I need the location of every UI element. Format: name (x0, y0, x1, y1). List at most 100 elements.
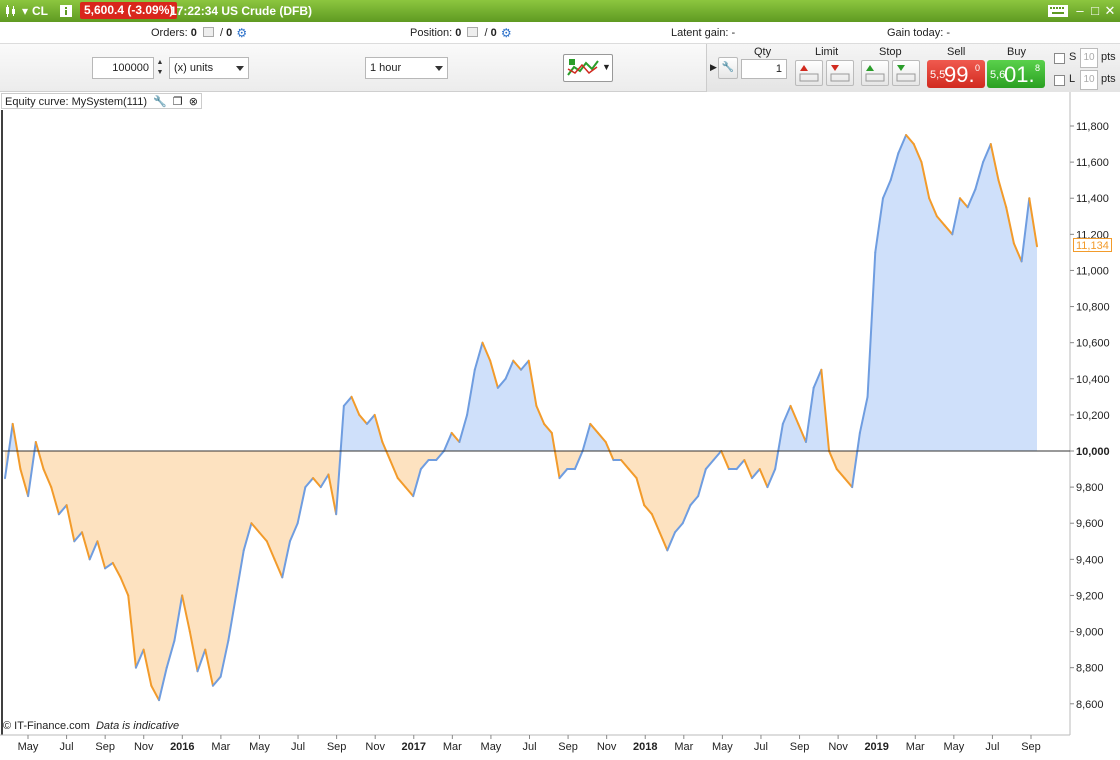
window-title: 17:22:34 US Crude (DFB) (170, 4, 313, 18)
limit-points-input[interactable]: 10 (1080, 70, 1098, 90)
units-select[interactable]: (x) units (169, 57, 249, 79)
application-window: ▾ CL 5,600.4 (-3.09%) 17:22:34 US Crude … (0, 0, 1120, 760)
close-position-icon[interactable] (467, 27, 479, 38)
trading-toolbar: 100000 ▲▼ (x) units 1 hour ▼ ▶ 🔧 Qty 1 (0, 44, 1120, 92)
x-tick-label: Sep (558, 741, 578, 753)
limit-pts-label: pts (1101, 73, 1116, 85)
symbol-label: CL (32, 4, 48, 18)
wrench-icon[interactable]: 🔧 (153, 94, 167, 110)
maximize-icon[interactable]: □ (1087, 3, 1103, 19)
quantity-stepper[interactable]: 100000 ▲ ▼ (92, 57, 163, 79)
x-tick-label: Mar (906, 741, 925, 753)
title-bar: ▾ CL 5,600.4 (-3.09%) 17:22:34 US Crude … (0, 0, 1120, 22)
chart-legend-label: Equity curve: MySystem(111) 🔧 ❐ ⊗ (1, 93, 203, 110)
orders-pending-count: 0 (226, 27, 233, 39)
keyboard-icon[interactable] (1048, 5, 1068, 17)
minimize-icon[interactable]: – (1072, 3, 1088, 19)
x-tick-label: Sep (1021, 741, 1041, 753)
chevron-down-icon (236, 66, 244, 71)
x-tick-label: Nov (134, 741, 154, 753)
x-tick-label: May (18, 741, 39, 753)
position-separator: / (484, 27, 488, 39)
x-tick-label: 2019 (864, 741, 888, 753)
x-tick-label: Nov (828, 741, 848, 753)
stop-loss-label: S (1069, 51, 1077, 63)
limit-sell-icon (830, 65, 850, 82)
sell-price-main: 99. (944, 62, 975, 87)
stop-buy-icon (865, 65, 885, 82)
x-tick-label: 2016 (170, 741, 194, 753)
cancel-orders-icon[interactable] (202, 27, 214, 38)
stop-loss-pts-label: pts (1101, 51, 1116, 63)
y-tick-label: 11,400 (1076, 193, 1109, 205)
buy-button[interactable]: 5,6 01. 8 (987, 60, 1045, 88)
chevron-down-icon[interactable]: ▾ (22, 0, 28, 22)
chevron-down-icon[interactable]: ▼ (602, 62, 611, 72)
x-tick-label: Jul (291, 741, 305, 753)
position-label: Position: (410, 27, 453, 39)
x-tick-label: Jul (985, 741, 999, 753)
stop-loss-checkbox[interactable] (1054, 53, 1065, 64)
y-tick-label: 10,000 (1076, 446, 1110, 458)
y-tick-label: 8,800 (1076, 663, 1104, 675)
position-count: 0 (455, 27, 462, 39)
orders-count: 0 (190, 27, 197, 39)
x-tick-label: May (712, 741, 733, 753)
window-restore-icon[interactable]: ❐ (173, 94, 183, 110)
buy-price-fraction: 8 (1035, 63, 1041, 73)
close-circle-icon[interactable]: ⊗ (189, 94, 198, 110)
x-tick-label: Mar (674, 741, 693, 753)
y-tick-label: 11,800 (1076, 121, 1109, 133)
wrench-icon[interactable]: 🔧 (718, 57, 738, 79)
chevron-right-icon[interactable]: ▶ (710, 62, 717, 73)
sell-button[interactable]: 5,5 99. 0 (927, 60, 985, 88)
x-tick-label: Mar (211, 741, 230, 753)
buy-price-main: 01. (1004, 62, 1035, 87)
qty-value: 1 (775, 63, 782, 75)
candlestick-icon[interactable] (4, 4, 18, 18)
limit-order-label: L (1069, 73, 1076, 85)
timeframe-select[interactable]: 1 hour (365, 57, 448, 79)
orders-info: Orders: 0 / 0 ⚙ (151, 22, 247, 44)
indicator-button[interactable]: ▼ (563, 54, 613, 82)
copyright-note: © IT-Finance.com Data is indicative (3, 720, 179, 732)
units-select-value: (x) units (174, 62, 214, 74)
close-icon[interactable]: ✕ (1102, 3, 1118, 19)
limit-sell-button[interactable] (826, 60, 854, 86)
orders-label: Orders: (151, 27, 188, 39)
limit-buy-button[interactable] (795, 60, 823, 86)
limit-checkbox[interactable] (1054, 75, 1065, 86)
equity-chart[interactable]: 8,600 8,800 9,000 9,200 9,400 9,600 9,800 10,00… (0, 92, 1120, 760)
x-tick-label: Jul (60, 741, 74, 753)
limit-buy-icon (799, 65, 819, 82)
stop-loss-points-input[interactable]: 10 (1080, 48, 1098, 68)
y-tick-label: 10,600 (1076, 338, 1110, 350)
x-tick-label: May (943, 741, 964, 753)
qty-input[interactable]: 1 (741, 59, 787, 79)
x-tick-label: May (481, 741, 502, 753)
gear-icon[interactable]: ⚙ (236, 22, 247, 44)
y-tick-label: 9,200 (1076, 590, 1104, 602)
x-tick-label: Sep (790, 741, 810, 753)
y-tick-label: 9,400 (1076, 554, 1104, 566)
current-value-tag: 11,134 (1073, 238, 1112, 253)
sell-label: Sell (947, 46, 966, 58)
stop-sell-button[interactable] (892, 60, 920, 86)
y-tick-label: 10,400 (1076, 374, 1110, 386)
stop-label: Stop (879, 46, 902, 58)
copyright-text: © IT-Finance.com (3, 720, 90, 732)
y-tick-label: 10,200 (1076, 410, 1110, 422)
equity-curve-svg[interactable]: 8,600 8,800 9,000 9,200 9,400 9,600 9,800 10,00… (0, 92, 1120, 760)
quantity-value: 100000 (112, 62, 149, 74)
timeframe-select-value: 1 hour (370, 62, 402, 74)
stepper-arrows-icon[interactable]: ▲ ▼ (155, 58, 165, 78)
x-tick-label: Nov (365, 741, 385, 753)
y-tick-label: 11,600 (1076, 157, 1109, 169)
sell-price-prefix: 5,5 (930, 69, 946, 81)
stop-buy-button[interactable] (861, 60, 889, 86)
x-tick-label: Sep (327, 741, 347, 753)
stop-sell-icon (896, 65, 916, 82)
gear-icon[interactable]: ⚙ (501, 22, 512, 44)
order-panel: ▶ 🔧 Qty 1 Limit Stop Sell 5,5 99. 0 Buy … (706, 44, 1120, 92)
info-icon[interactable] (59, 4, 73, 18)
